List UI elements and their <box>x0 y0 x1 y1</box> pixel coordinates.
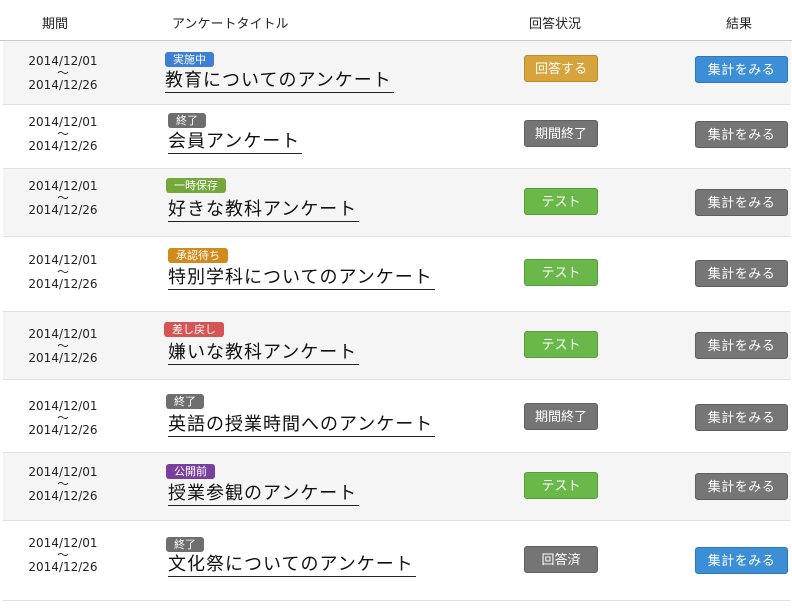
status-badge: 承認待ち <box>168 248 228 263</box>
view-results-button[interactable]: 集計をみる <box>695 121 788 148</box>
end-date: 2014/12/26 <box>28 489 98 503</box>
end-date: 2014/12/26 <box>28 277 98 291</box>
table-header: 期間 アンケートタイトル 回答状況 結果 <box>0 0 792 41</box>
period-cell: 2014/12/01 〜 2014/12/26 <box>3 55 123 92</box>
survey-title-link[interactable]: 会員アンケート <box>168 131 303 154</box>
survey-title-link[interactable]: 文化祭についてのアンケート <box>168 554 416 577</box>
end-date: 2014/12/26 <box>28 203 98 217</box>
end-date: 2014/12/26 <box>28 351 98 365</box>
table-row: 2014/12/01 〜 2014/12/26 承認待ち 特別学科についてのアン… <box>3 237 791 312</box>
answer-status-button[interactable]: テスト <box>524 331 598 358</box>
answer-status-button[interactable]: 回答する <box>524 55 598 82</box>
period-cell: 2014/12/01 〜 2014/12/26 <box>3 537 123 574</box>
end-date: 2014/12/26 <box>28 78 98 92</box>
period-cell: 2014/12/01 〜 2014/12/26 <box>3 116 123 153</box>
period-cell: 2014/12/01 〜 2014/12/26 <box>3 400 123 437</box>
end-date: 2014/12/26 <box>28 423 98 437</box>
table-row: 2014/12/01 〜 2014/12/26 実施中 教育についてのアンケート… <box>3 41 791 105</box>
view-results-button[interactable]: 集計をみる <box>695 189 788 216</box>
view-results-button[interactable]: 集計をみる <box>695 56 788 83</box>
status-badge: 終了 <box>166 394 204 409</box>
status-badge: 公開前 <box>166 464 215 479</box>
table-row: 2014/12/01 〜 2014/12/26 差し戻し 嫌いな教科アンケート … <box>3 312 791 380</box>
answer-status-button[interactable]: 回答済 <box>524 546 598 573</box>
answer-status-button[interactable]: 期間終了 <box>524 403 598 430</box>
answer-status-button[interactable]: テスト <box>524 259 598 286</box>
table-row: 2014/12/01 〜 2014/12/26 公開前 授業参観のアンケート テ… <box>3 453 791 521</box>
table-row: 2014/12/01 〜 2014/12/26 終了 会員アンケート 期間終了 … <box>3 105 791 169</box>
header-title: アンケートタイトル <box>172 17 289 32</box>
status-badge: 差し戻し <box>164 322 224 337</box>
view-results-button[interactable]: 集計をみる <box>695 260 788 287</box>
answer-status-button[interactable]: テスト <box>524 188 598 215</box>
status-badge: 一時保存 <box>166 178 226 193</box>
survey-title-link[interactable]: 特別学科についてのアンケート <box>168 267 435 290</box>
survey-title-link[interactable]: 教育についてのアンケート <box>165 70 394 93</box>
table-row: 2014/12/01 〜 2014/12/26 終了 文化祭についてのアンケート… <box>3 521 791 601</box>
survey-title-link[interactable]: 嫌いな教科アンケート <box>168 342 360 365</box>
header-period: 期間 <box>42 17 69 32</box>
end-date: 2014/12/26 <box>28 139 98 153</box>
survey-title-link[interactable]: 授業参観のアンケート <box>168 483 360 506</box>
view-results-button[interactable]: 集計をみる <box>695 473 788 500</box>
survey-title-link[interactable]: 好きな教科アンケート <box>168 199 360 222</box>
period-cell: 2014/12/01 〜 2014/12/26 <box>3 466 123 503</box>
answer-status-button[interactable]: テスト <box>524 472 598 499</box>
period-cell: 2014/12/01 〜 2014/12/26 <box>3 254 123 291</box>
header-result: 結果 <box>726 17 753 32</box>
table-row: 2014/12/01 〜 2014/12/26 一時保存 好きな教科アンケート … <box>3 169 791 237</box>
header-status: 回答状況 <box>529 17 582 32</box>
view-results-button[interactable]: 集計をみる <box>695 332 788 359</box>
status-badge: 終了 <box>168 113 206 128</box>
view-results-button[interactable]: 集計をみる <box>695 404 788 431</box>
answer-status-button[interactable]: 期間終了 <box>524 120 598 147</box>
view-results-button[interactable]: 集計をみる <box>695 547 788 574</box>
survey-title-link[interactable]: 英語の授業時間へのアンケート <box>168 414 436 437</box>
status-badge: 実施中 <box>165 52 214 67</box>
end-date: 2014/12/26 <box>28 560 98 574</box>
period-cell: 2014/12/01 〜 2014/12/26 <box>3 180 123 217</box>
table-row: 2014/12/01 〜 2014/12/26 終了 英語の授業時間へのアンケー… <box>3 380 791 453</box>
period-cell: 2014/12/01 〜 2014/12/26 <box>3 328 123 365</box>
status-badge: 終了 <box>166 537 204 552</box>
